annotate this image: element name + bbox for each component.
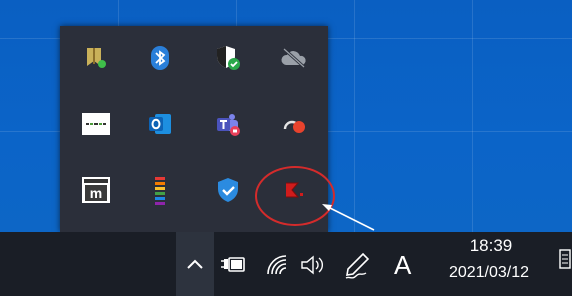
svg-text:m: m — [90, 185, 102, 201]
m-box-icon: m — [82, 177, 110, 203]
power-button[interactable] — [218, 250, 248, 280]
tray-item-security[interactable] — [206, 36, 250, 80]
shield-check-icon — [218, 178, 238, 202]
pen-icon — [345, 252, 370, 279]
app-logo-icon — [82, 113, 110, 135]
bluetooth-icon — [151, 46, 169, 70]
tray-item-bluetooth[interactable] — [138, 36, 182, 80]
tray-item-app[interactable] — [74, 102, 118, 146]
tray-item-defender[interactable] — [206, 168, 250, 212]
annotation-arrow — [322, 204, 375, 231]
tray-item-equalizer[interactable] — [138, 168, 182, 212]
equalizer-icon — [155, 177, 165, 205]
bookmark-green-dot-icon — [87, 48, 106, 68]
desktop-gridline — [472, 0, 473, 232]
tray-item-m-app[interactable]: m — [74, 168, 118, 212]
tray-item-recorder[interactable] — [272, 102, 316, 146]
security-shield-icon — [217, 46, 240, 70]
record-icon — [283, 120, 305, 133]
ime-mode-indicator[interactable]: A — [394, 250, 411, 281]
speaker-icon — [301, 255, 323, 275]
clock-date[interactable]: 2021/03/12 — [432, 264, 546, 282]
tray-item-outlook[interactable] — [138, 102, 182, 146]
pen-workspace-button[interactable] — [342, 250, 374, 282]
wifi-icon — [267, 255, 287, 275]
notification-center-icon[interactable] — [558, 246, 572, 272]
cloud-offline-icon — [281, 47, 306, 69]
tray-item-onedrive[interactable] — [272, 36, 316, 80]
chevron-up-icon — [187, 259, 203, 269]
battery-plug-icon — [221, 257, 245, 272]
clock-time[interactable]: 18:39 — [436, 236, 546, 256]
network-button[interactable] — [262, 250, 292, 280]
tray-item-teams[interactable] — [206, 102, 250, 146]
tray-item-bookmark[interactable] — [74, 36, 118, 80]
teams-icon — [217, 114, 240, 136]
outlook-icon — [149, 114, 171, 134]
volume-button[interactable] — [298, 250, 328, 280]
show-hidden-icons-button[interactable] — [176, 232, 214, 296]
